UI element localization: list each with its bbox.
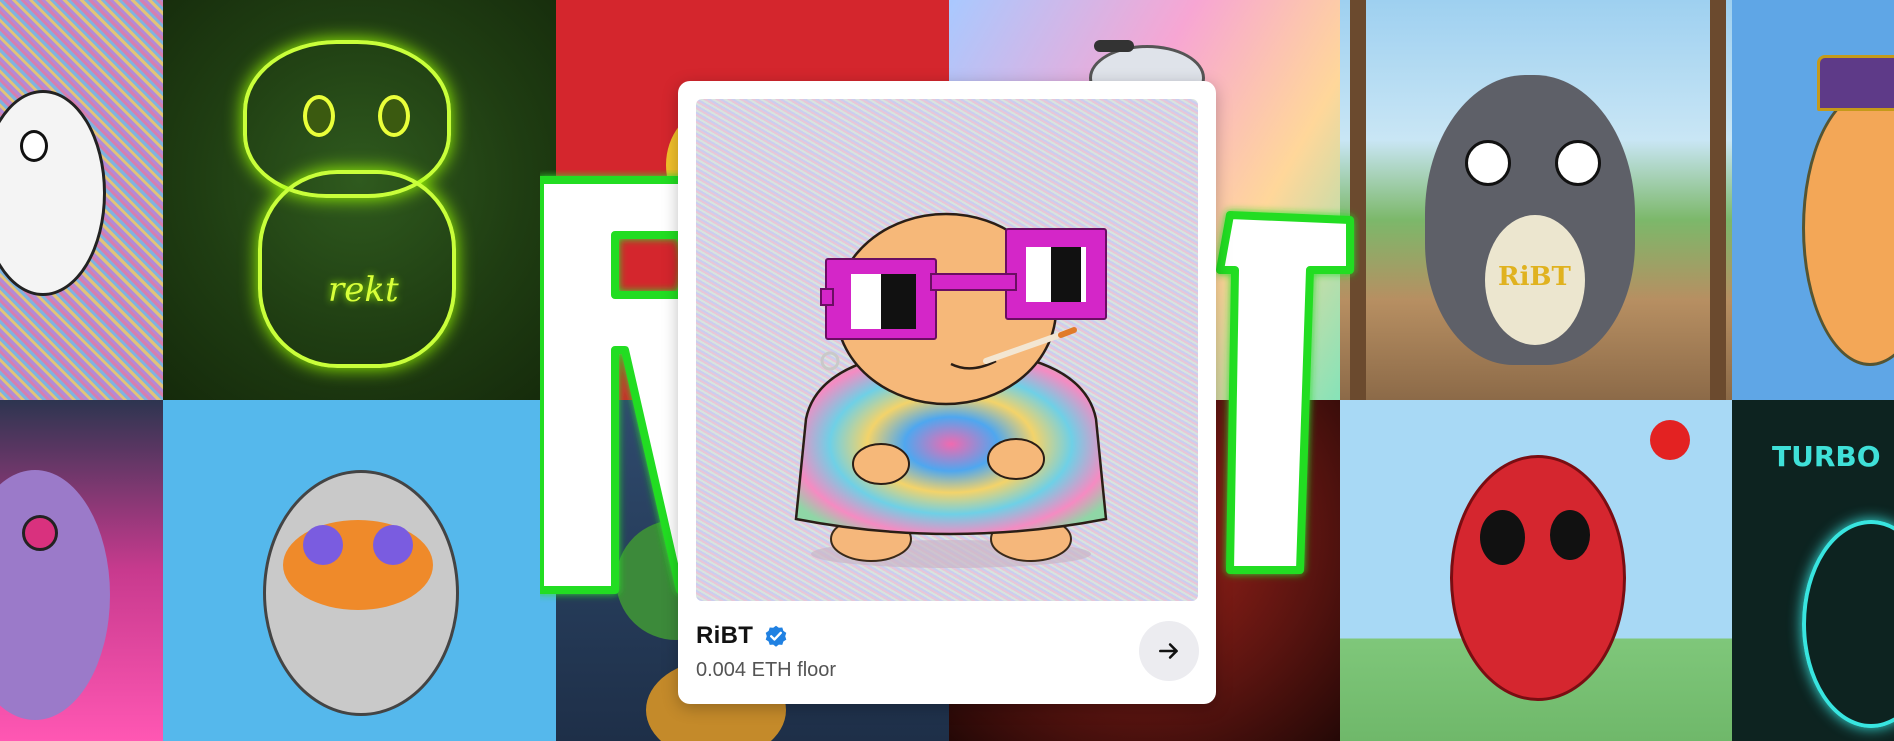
collection-floor-price: 0.004 ETH floor — [696, 659, 837, 681]
yeti-body — [0, 470, 110, 720]
verified-badge-icon — [765, 625, 787, 647]
nft-tile-purple-yeti — [0, 400, 163, 741]
view-collection-button[interactable] — [1139, 621, 1199, 681]
nft-tile-king-character — [1732, 0, 1894, 400]
pillar-right — [1710, 0, 1726, 400]
ribt-character-art — [794, 212, 1108, 568]
arrow-right-icon — [1159, 643, 1178, 659]
character-body — [0, 90, 106, 296]
ribt-chain-text: RiBT — [1498, 262, 1571, 292]
neon-eye — [378, 95, 410, 137]
crown-icon — [1817, 55, 1894, 111]
collection-name[interactable]: RiBT — [696, 622, 753, 650]
meat-body — [1450, 455, 1626, 701]
zombie-goggle — [373, 525, 413, 565]
turbo-text: TURBO — [1772, 440, 1881, 473]
rekt-text: rekt — [328, 270, 399, 310]
neon-body — [258, 170, 456, 368]
nft-tile-turbo: TURBO — [1732, 400, 1894, 741]
nft-tile-noise-character — [0, 0, 163, 400]
turbo-character — [1802, 520, 1894, 728]
drone-shape — [1094, 40, 1134, 52]
king-body — [1802, 90, 1894, 366]
character-eye — [20, 130, 48, 162]
totoro-eye — [1555, 140, 1601, 186]
collection-hero-banner: rekt RiBT TURBO RiBT 0.004 ETH floor — [0, 0, 1894, 741]
zombie-goggle — [303, 525, 343, 565]
yeti-eye — [22, 515, 58, 551]
pillar-left — [1350, 0, 1366, 400]
neon-eye — [303, 95, 335, 137]
totoro-eye — [1465, 140, 1511, 186]
nft-tile-meat-character — [1340, 400, 1732, 741]
nft-tile-totoro-character: RiBT — [1340, 0, 1732, 400]
nft-tile-neon-character: rekt — [163, 0, 556, 400]
meat-eye — [1480, 510, 1525, 565]
meat-eye — [1550, 510, 1590, 560]
collection-card[interactable]: RiBT 0.004 ETH floor — [678, 81, 1216, 704]
collection-featured-image[interactable] — [696, 99, 1198, 601]
red-sun — [1650, 420, 1690, 460]
collection-title-row: RiBT — [696, 622, 789, 650]
nft-tile-zombie-character — [163, 400, 556, 741]
